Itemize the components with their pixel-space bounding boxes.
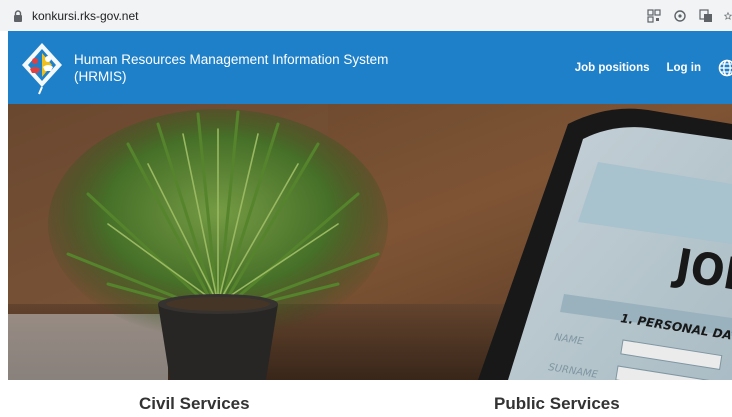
browser-toolbar-icons bbox=[646, 0, 732, 31]
qr-code-icon[interactable] bbox=[646, 8, 662, 24]
url-field[interactable]: konkursi.rks-gov.net bbox=[32, 9, 138, 23]
civil-services-heading[interactable]: Civil Services bbox=[139, 394, 250, 414]
site-title-line1: Human Resources Management Information S… bbox=[74, 52, 389, 67]
hrmis-logo[interactable] bbox=[18, 39, 66, 95]
nav-login[interactable]: Log in bbox=[667, 62, 702, 74]
page: konkursi.rks-gov.net Human Resources Man… bbox=[0, 0, 732, 417]
site-title: Human Resources Management Information S… bbox=[74, 51, 394, 85]
nav-job-positions[interactable]: Job positions bbox=[575, 62, 650, 74]
bookmark-star-icon[interactable] bbox=[724, 8, 732, 24]
site-header: Human Resources Management Information S… bbox=[8, 31, 732, 104]
hero-banner: JOB 1. PERSONAL DATA NAME SURNAME bbox=[8, 104, 732, 380]
site-title-line2: (HRMIS) bbox=[74, 69, 127, 84]
services-sections: Civil Services Public Services bbox=[8, 380, 732, 417]
google-lens-icon[interactable] bbox=[672, 8, 688, 24]
public-services-heading[interactable]: Public Services bbox=[494, 394, 620, 414]
globe-language-icon[interactable] bbox=[718, 59, 732, 77]
lock-icon bbox=[12, 9, 24, 23]
translate-icon[interactable] bbox=[698, 8, 714, 24]
browser-address-bar: konkursi.rks-gov.net bbox=[0, 0, 732, 31]
hero-illustration: JOB 1. PERSONAL DATA NAME SURNAME bbox=[8, 104, 732, 380]
main-nav: Job positions Log in bbox=[575, 31, 732, 104]
